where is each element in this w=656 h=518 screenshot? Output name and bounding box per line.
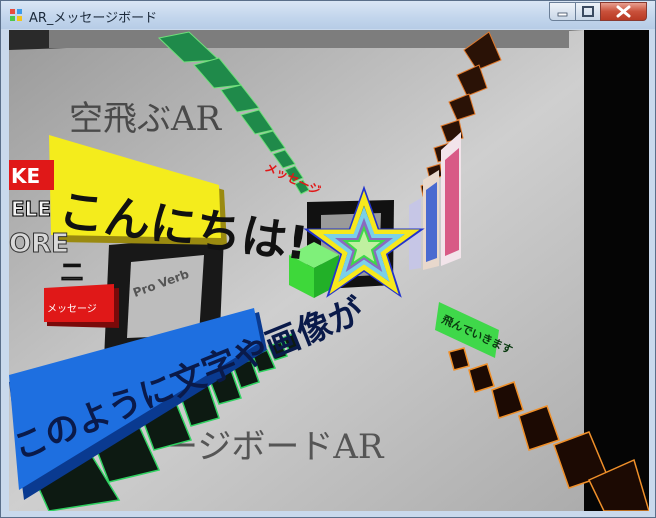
title-bar[interactable]: AR_メッセージボード [1, 1, 655, 29]
maximize-button[interactable] [575, 2, 601, 21]
close-icon [616, 5, 631, 18]
window-title: AR_メッセージボード [29, 11, 158, 26]
printed-title: 空飛ぶAR [69, 99, 223, 139]
close-button[interactable] [600, 2, 647, 21]
maximize-icon [582, 6, 594, 17]
minimize-button[interactable] [549, 2, 576, 21]
camera-view[interactable]: Pro Verb 空飛ぶAR ージボードAR こんにちは! KE ELE ORE… [9, 30, 649, 511]
edge-dark [584, 30, 649, 511]
app-window: AR_メッセージボード Pro Verb 空飛ぶAR ージボードAR こんにちは… [0, 0, 656, 518]
banner-red: メッセージ [44, 284, 119, 328]
app-icon [10, 9, 22, 21]
ar-scene: Pro Verb 空飛ぶAR ージボードAR こんにちは! KE ELE ORE… [9, 30, 649, 511]
minimize-icon [557, 12, 568, 17]
side-small-text: 二 [61, 261, 83, 286]
side-red-text: KE [11, 164, 40, 188]
side-white-text: ELE [11, 197, 51, 221]
banner-red-text: メッセージ [47, 303, 97, 315]
printed-footer: ージボードAR [164, 427, 385, 467]
side-grey-text: ORE [9, 229, 69, 259]
